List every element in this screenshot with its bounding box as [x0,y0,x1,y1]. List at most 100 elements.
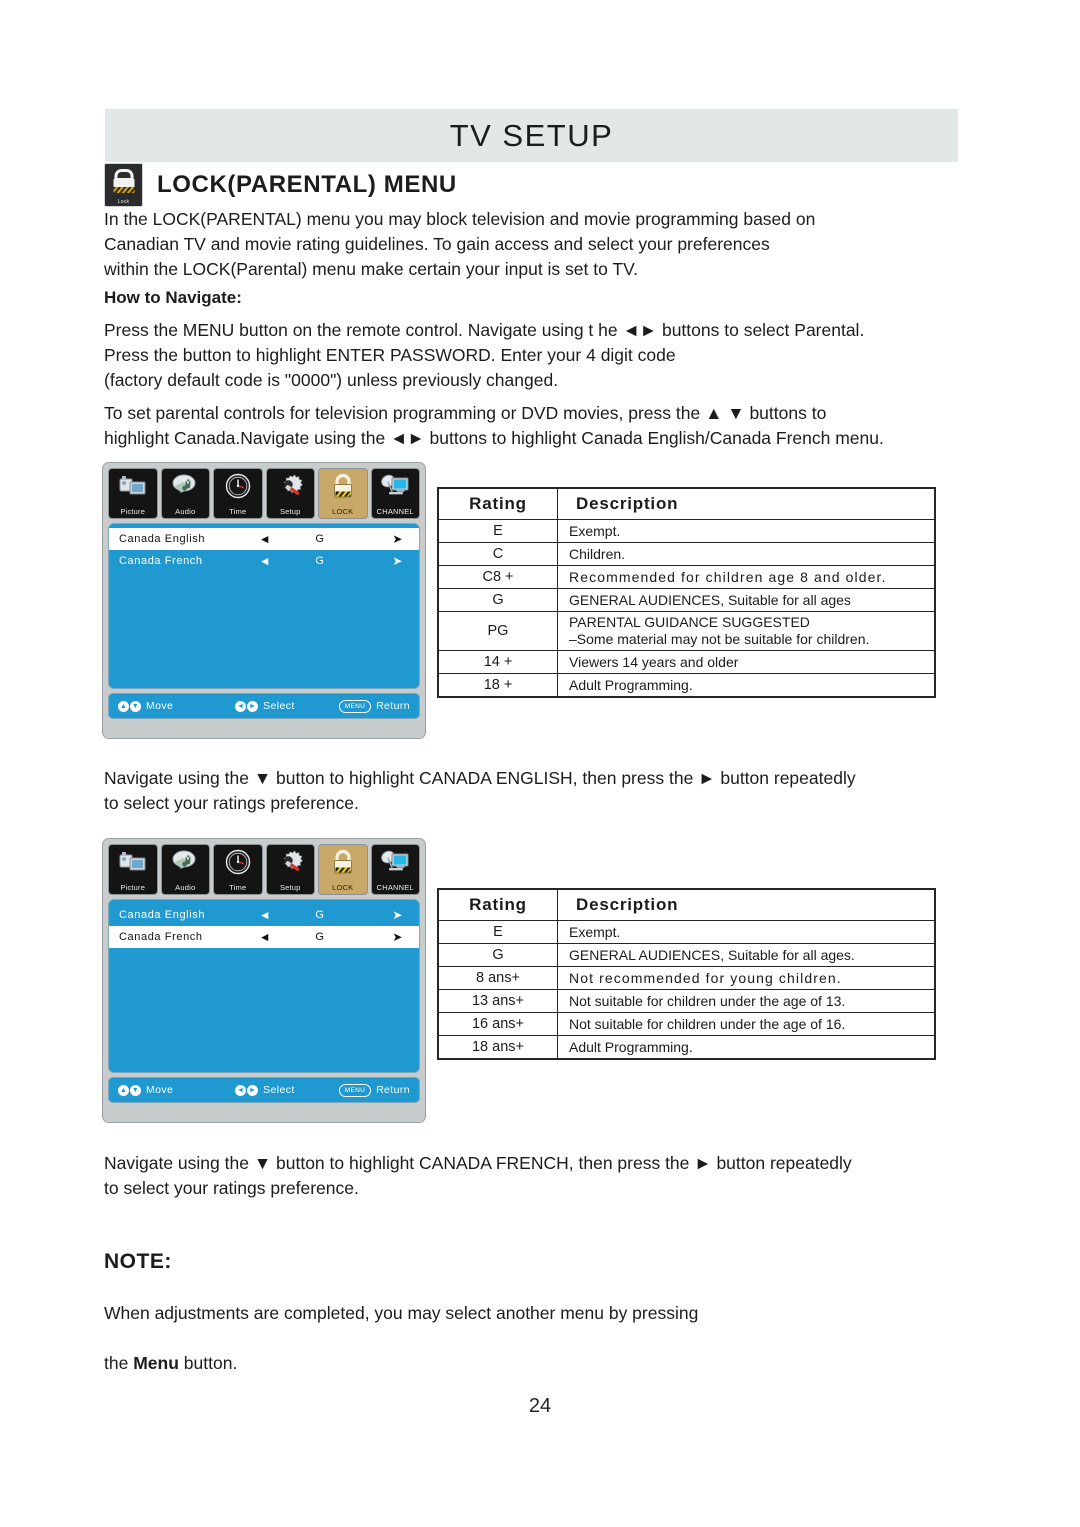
osd-list-item-canada-english[interactable]: Canada English ◄ G ➤ [109,904,419,926]
table-row: G GENERAL AUDIENCES, Suitable for all age… [437,588,936,612]
note-line-2-post: button. [178,1353,238,1373]
description-cell: Not suitable for children under the age … [557,989,936,1013]
canada-english-table-body: E Exempt. C Children. C8 + Recommended for ch… [437,519,936,698]
osd-right-arrow-icon[interactable]: ➤ [349,554,409,568]
description-cell: PARENTAL GUIDANCE SUGGESTED –Some materia… [557,611,936,651]
padlock-icon [327,848,359,876]
table-header-row: Rating Description [437,888,936,921]
note-line-1: When adjustments are completed, you may … [104,1303,699,1323]
osd-hint-bar-2: ▲ ▼ Move ◄ ► Select MENU Return [108,1077,420,1103]
osd-tab-time[interactable]: Time [213,844,263,895]
column-header-rating: Rating [437,888,558,921]
osd-list-item-canada-french[interactable]: Canada French ◄ G ➤ [109,550,419,572]
column-header-description: Description [557,487,936,520]
osd-item-label: Canada English [119,909,206,921]
osd-left-arrow-icon[interactable]: ◄ [239,930,291,944]
osd-list-panel-2: Canada English ◄ G ➤ Canada French ◄ G ➤ [108,899,420,1073]
osd-tab-audio[interactable]: Audio [160,468,210,519]
canada-english-instructions: Navigate using the ▼ button to highlight… [104,768,856,813]
osd-tab-lock[interactable]: LOCK [318,844,368,895]
osd-tab-label: Picture [120,883,146,892]
navigate-instructions-2: To set parental controls for television … [104,403,884,448]
description-line-2: –Some material may not be suitable for c… [569,631,870,647]
gear-wrench-icon [274,472,306,500]
table-row: C8 + Recommended for children age 8 and o… [437,565,936,589]
osd-item-value: G [315,931,325,943]
lock-body-icon [113,178,134,193]
osd-right-arrow-icon[interactable]: ➤ [349,532,409,546]
lock-icon-caption: Lock [117,199,130,205]
osd-left-arrow-icon[interactable]: ◄ [239,554,291,568]
osd-tab-label: Audio [175,883,196,892]
lock-icon: Lock [104,163,143,207]
table-header-row: Rating Description [437,487,936,520]
osd-hint-move-label: Move [146,700,174,712]
osd-tab-channel[interactable]: CHANNEL [370,844,420,895]
description-cell: GENERAL AUDIENCES, Suitable for all ages… [557,943,936,967]
osd-right-arrow-icon[interactable]: ➤ [349,930,409,944]
rating-cell: 8 ans+ [437,966,558,990]
osd-item-value: G [315,909,325,921]
osd-hint-select-label: Select [263,1084,295,1096]
note-body: When adjustments are completed, you may … [104,1276,864,1376]
section-title: LOCK(PARENTAL) MENU [157,171,457,198]
osd-tab-audio[interactable]: Audio [160,844,210,895]
osd-hint-move: ▲ ▼ Move [118,1084,235,1096]
table-row: 16 ans+ Not suitable for children under t… [437,1012,936,1036]
osd-tab-label: Audio [175,507,196,516]
table-row: PG PARENTAL GUIDANCE SUGGESTED –Some mater… [437,611,936,651]
osd-hint-return-label: Return [376,700,410,712]
osd-list-panel-1: Canada English ◄ G ➤ Canada French ◄ G ➤ [108,523,420,689]
osd-tab-label: CHANNEL [376,883,414,892]
rating-cell: PG [437,611,558,651]
osd-left-arrow-icon[interactable]: ◄ [239,532,291,546]
osd-tab-label: LOCK [332,507,354,516]
osd-hint-select: ◄ ► Select [235,1084,339,1096]
how-to-navigate-heading: How to Navigate: [104,288,242,307]
note-menu-keyword: Menu [133,1353,179,1373]
column-header-description: Description [557,888,936,921]
osd-right-icon: ► [247,1084,259,1096]
canada-french-ratings-table: Rating Description E Exempt. G GENERAL AUDI… [437,888,936,1060]
description-cell: Not suitable for children under the age … [557,1012,936,1036]
osd-item-label: Canada French [119,931,203,943]
osd-tab-picture[interactable]: Picture [108,468,158,519]
description-cell: Recommended for children age 8 and older… [557,565,936,589]
section-heading: Lock LOCK(PARENTAL) MENU [104,163,457,207]
osd-up-icon: ▲ [118,1084,129,1096]
osd-list-item-canada-english[interactable]: Canada English ◄ G ➤ [109,528,419,550]
osd-tab-setup[interactable]: Setup [265,468,315,519]
osd-tab-label: LOCK [332,883,354,892]
osd-left-arrow-icon[interactable]: ◄ [239,908,291,922]
description-cell: Adult Programming. [557,673,936,698]
osd-tab-time[interactable]: Time [213,468,263,519]
osd-tab-setup[interactable]: Setup [265,844,315,895]
clock-icon [222,472,254,500]
osd-right-arrow-icon[interactable]: ➤ [349,908,409,922]
table-row: 18 + Adult Programming. [437,673,936,698]
table-row: C Children. [437,542,936,566]
description-cell: Exempt. [557,920,936,944]
rating-cell: G [437,943,558,967]
osd-hint-return: MENU Return [338,1083,410,1097]
osd-list-item-canada-french[interactable]: Canada French ◄ G ➤ [109,926,419,948]
table-row: 8 ans+ Not recommended for young children… [437,966,936,990]
osd-left-icon: ◄ [235,1084,247,1096]
osd-tab-channel[interactable]: CHANNEL [370,468,420,519]
osd-screenshot-canada-french: Picture Audio Time Setup LOCK CHANNEL Canada … [102,838,426,1123]
clock-icon [222,848,254,876]
osd-tab-bar-2: Picture Audio Time Setup LOCK CHANNEL [108,844,420,895]
rating-cell: 16 ans+ [437,1012,558,1036]
satellite-tv-icon [379,848,411,876]
osd-tab-picture[interactable]: Picture [108,844,158,895]
osd-tab-lock[interactable]: LOCK [318,468,368,519]
osd-tab-label: Setup [279,507,301,516]
osd-hint-select-label: Select [263,700,295,712]
page-header-band: TV SETUP [105,109,958,162]
osd-tab-label: CHANNEL [376,507,414,516]
osd-menu-button-pill: MENU [338,699,372,713]
osd-item-value: G [315,533,325,545]
osd-up-down-icons: ▲ ▼ [118,1084,141,1096]
navigate-instructions-1: Press the MENU button on the remote cont… [104,320,865,390]
camcorder-icon [117,472,149,500]
